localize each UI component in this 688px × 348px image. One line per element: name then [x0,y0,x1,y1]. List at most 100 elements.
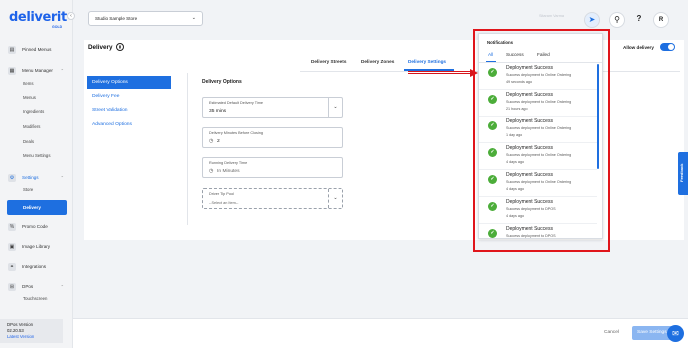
rocket-icon: ✓ [488,95,497,104]
notification-time: 4 days ago [506,214,525,218]
field-label: Delivery Minutes Before Closing [209,131,264,135]
store-select[interactable]: Studio Sample Store ⌄ [88,11,203,26]
avatar[interactable]: R [653,12,669,28]
chat-button[interactable]: ✉ [667,325,684,342]
notification-title: Deployment Success [506,226,553,232]
gear-icon: ⚙ [8,173,16,182]
sidebar-sub-deals[interactable]: Deals [23,139,34,144]
rocket-icon: ✓ [488,229,497,238]
sidebar-sub-delivery[interactable]: Delivery [7,200,67,215]
driver-tip-pool-select[interactable]: Driver Tip Pool --Select an Item-- ⌄ [202,188,343,209]
notification-detail: Success deployment to Online Ordering [506,180,572,184]
chat-icon: ✉ [672,329,679,338]
feedback-tab[interactable]: Feedback [678,152,688,195]
notification-item[interactable]: ✓ Deployment Success Success deployment … [479,143,597,170]
latest-version-link[interactable]: Latest Version [7,334,56,340]
tab-delivery-zones[interactable]: Delivery Zones [361,59,394,64]
sidebar-item-integrations[interactable]: ⚭ Integrations [8,261,66,272]
sidebar-sub-touchscreen[interactable]: Touchscreen [23,296,47,301]
sidebar-item-pinned-menus[interactable]: ▤ Pinned Menus [8,44,66,55]
sidebar-sub-menus[interactable]: Menus [23,95,36,100]
rocket-button[interactable]: ⚲ [609,12,625,28]
notification-item[interactable]: ✓ Deployment Success Success deployment … [479,63,597,90]
sidebar-item-promo-code[interactable]: % Promo Code [8,221,66,232]
field-value: 35 mins [209,109,227,114]
sidebar-item-dpos[interactable]: ⊞ DPos ⌃ [8,281,66,292]
sidebar-sub-items[interactable]: Items [23,81,34,86]
cancel-button[interactable]: Cancel [604,330,619,335]
notification-item[interactable]: ✓ Deployment Success Success deployment … [479,197,597,224]
notification-detail: Success deployment to Online Ordering [506,153,572,157]
annotation-arrow-shaft [408,71,471,74]
sidebar-item-image-library[interactable]: ▣ Image Library [8,241,66,252]
notification-item[interactable]: ✓ Deployment Success Success deployment … [479,90,597,117]
notif-tab-failed[interactable]: Failed [537,52,550,57]
rocket-icon: ✓ [488,121,497,130]
dpos-icon: ⊞ [8,282,16,291]
notif-tab-success[interactable]: Success [506,52,524,57]
send-icon: ➤ [588,15,596,24]
notification-detail: Success deployment to Online Ordering [506,73,572,77]
tab-delivery-settings[interactable]: Delivery Settings [408,59,446,64]
chevron-down-icon: ⌄ [328,98,342,117]
deploy-button[interactable]: ➤ [584,12,600,28]
sidebar-item-label: Pinned Menus [22,47,52,52]
sidebar-sub-ingredients[interactable]: Ingredients [23,109,44,114]
rocket-icon: ✓ [488,175,497,184]
tab-delivery-streets[interactable]: Delivery Streets [311,59,346,64]
pin-icon: ▤ [8,45,16,54]
notification-item[interactable]: ✓ Deployment Success Success deployment … [479,170,597,197]
logo[interactable]: deliverit [9,10,67,25]
field-value: In Minutes [217,169,240,174]
info-icon[interactable]: ▮ [116,43,124,51]
rocket-icon: ✓ [488,202,497,211]
side-tab-delivery-options[interactable]: Delivery Options [87,76,171,89]
minutes-before-closing-field[interactable]: Delivery Minutes Before Closing ◷ 2 [202,127,343,148]
side-tab-advanced-options[interactable]: Advanced Options [87,118,171,131]
notification-detail: Success deployment to DPOS [506,207,556,211]
field-label: Estimated Default Delivery Time [209,101,264,105]
notifications-scrollbar[interactable] [597,64,599,169]
notification-item[interactable]: ✓ Deployment Success Success deployment … [479,224,597,238]
allow-delivery-label: Allow delivery [623,45,654,50]
notification-title: Deployment Success [506,92,553,98]
field-value: --Select an Item-- [209,201,239,205]
notifications-header: Notifications [487,40,514,45]
side-tab-delivery-fee[interactable]: Delivery Fee [87,90,171,103]
store-select-value: Studio Sample Store [95,16,138,21]
vertical-divider [187,73,188,225]
chevron-up-icon: ⌃ [60,68,64,73]
sidebar-item-label: Promo Code [22,224,48,229]
side-tab-street-validation[interactable]: Street Validation [87,104,171,117]
sidebar-item-label: Settings [22,175,39,180]
rocket-icon: ⚲ [614,15,620,24]
sidebar: deliverit GOLD ‹ ▤ Pinned Menus ▦ Menu M… [0,0,75,348]
sidebar-item-label: DPos [22,284,34,289]
logo-subtitle: GOLD [52,25,63,29]
sidebar-sub-modifiers[interactable]: Modifiers [23,124,40,129]
field-value: 2 [217,139,220,144]
notification-title: Deployment Success [506,65,553,71]
sidebar-item-settings[interactable]: ⚙ Settings ⌃ [8,172,66,183]
clock-icon: ◷ [209,138,214,144]
sidebar-item-label: Integrations [22,264,47,269]
page-title: Delivery [88,44,113,51]
integrations-icon: ⚭ [8,262,16,271]
sidebar-sub-menu-settings[interactable]: Menu Settings [23,153,50,158]
help-button[interactable]: ? [631,12,647,28]
sidebar-sub-store[interactable]: Store [23,187,33,192]
notification-detail: Success deployment to Online Ordering [506,100,572,104]
section-title: Delivery Options [202,79,242,85]
menu-icon: ▦ [8,66,16,75]
running-delivery-time-field[interactable]: Running Delivery Time ◷ In Minutes [202,157,343,178]
allow-delivery-toggle[interactable] [660,43,675,51]
promo-icon: % [8,222,16,231]
notif-tab-all[interactable]: All [488,52,493,57]
estimated-delivery-time-select[interactable]: Estimated Default Delivery Time 35 mins … [202,97,343,118]
notification-title: Deployment Success [506,118,553,124]
clock-icon: ◷ [209,168,214,174]
sidebar-item-menu-manager[interactable]: ▦ Menu Manager ⌃ [8,65,66,76]
field-label: Running Delivery Time [209,161,248,165]
chevron-up-icon: ⌃ [60,175,64,180]
notification-item[interactable]: ✓ Deployment Success Success deployment … [479,116,597,143]
